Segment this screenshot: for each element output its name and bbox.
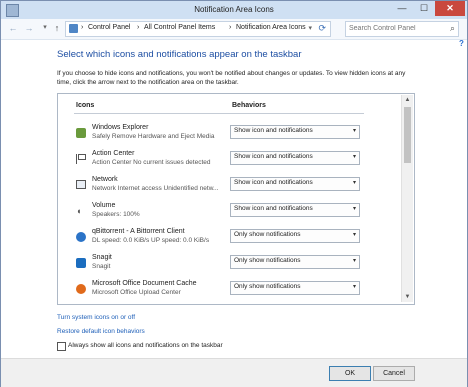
behavior-dropdown[interactable]: Show icon and notifications ▾ bbox=[230, 125, 360, 139]
notification-area-icons-window: Notification Area Icons — ☐ ✕ ← → ▾ ↑ › … bbox=[0, 0, 468, 387]
item-description: Action Center No current issues detected bbox=[92, 159, 211, 166]
behavior-value: Show icon and notifications bbox=[234, 153, 313, 160]
address-separator[interactable]: › bbox=[137, 24, 139, 31]
maximize-button[interactable]: ☐ bbox=[413, 1, 435, 16]
list-item: Network Network Internet access Unidenti… bbox=[58, 174, 388, 200]
column-header-behaviors: Behaviors bbox=[232, 102, 266, 109]
behavior-value: Only show notifications bbox=[234, 283, 301, 290]
back-button[interactable]: ← bbox=[7, 22, 19, 34]
up-button[interactable]: ↑ bbox=[51, 22, 63, 34]
breadcrumb-notification-area-icons[interactable]: Notification Area Icons bbox=[236, 24, 306, 31]
address-separator[interactable]: › bbox=[81, 24, 83, 31]
dialog-footer: OK Cancel bbox=[1, 358, 467, 387]
item-description: Speakers: 100% bbox=[92, 211, 140, 218]
item-description: Safely Remove Hardware and Eject Media bbox=[92, 133, 215, 140]
list-item: Action Center Action Center No current i… bbox=[58, 148, 388, 174]
intro-text: If you choose to hide icons and notifica… bbox=[57, 70, 406, 86]
search-box[interactable]: ⌕ bbox=[345, 21, 459, 37]
qbittorrent-icon bbox=[76, 232, 86, 242]
behavior-value: Only show notifications bbox=[234, 231, 301, 238]
chevron-down-icon: ▾ bbox=[352, 206, 356, 212]
item-description: DL speed: 0.0 KiB/s UP speed: 0.0 KiB/s bbox=[92, 237, 210, 244]
icon-behaviors-list[interactable]: Icons Behaviors Windows Explorer Safely … bbox=[57, 93, 415, 305]
header-divider bbox=[74, 113, 364, 114]
item-name: Action Center bbox=[92, 150, 135, 157]
control-panel-icon bbox=[69, 24, 78, 33]
item-name: Network bbox=[92, 176, 118, 183]
always-show-checkbox[interactable] bbox=[57, 342, 66, 351]
minimize-button[interactable]: — bbox=[391, 1, 413, 16]
ok-button[interactable]: OK bbox=[329, 366, 371, 381]
chevron-down-icon: ▾ bbox=[352, 284, 356, 290]
flag-icon bbox=[76, 154, 87, 164]
drive-icon bbox=[76, 128, 86, 138]
scroll-down-icon[interactable]: ▼ bbox=[402, 292, 413, 302]
behavior-value: Show icon and notifications bbox=[234, 179, 313, 186]
item-description: Snagit bbox=[92, 263, 111, 270]
cancel-button[interactable]: Cancel bbox=[373, 366, 415, 381]
behavior-dropdown[interactable]: Only show notifications ▾ bbox=[230, 281, 360, 295]
chevron-down-icon: ▾ bbox=[352, 128, 356, 134]
item-name: Windows Explorer bbox=[92, 124, 149, 131]
navigation-bar: ← → ▾ ↑ › Control Panel › All Control Pa… bbox=[1, 19, 467, 40]
close-button[interactable]: ✕ bbox=[435, 1, 465, 16]
breadcrumb-control-panel[interactable]: Control Panel bbox=[88, 24, 130, 31]
always-show-checkbox-label[interactable]: Always show all icons and notifications … bbox=[68, 342, 223, 349]
item-name: Microsoft Office Document Cache bbox=[92, 280, 197, 287]
item-name: Volume bbox=[92, 202, 116, 209]
snagit-icon bbox=[76, 258, 86, 268]
behavior-dropdown[interactable]: Show icon and notifications ▾ bbox=[230, 203, 360, 217]
behavior-dropdown[interactable]: Show icon and notifications ▾ bbox=[230, 151, 360, 165]
vertical-scrollbar[interactable]: ▲ ▼ bbox=[401, 95, 413, 302]
title-bar[interactable]: Notification Area Icons — ☐ ✕ bbox=[1, 1, 467, 19]
chevron-down-icon: ▾ bbox=[352, 232, 356, 238]
search-input[interactable] bbox=[349, 23, 441, 34]
chevron-down-icon: ▾ bbox=[352, 180, 356, 186]
list-item: Microsoft Office Document Cache Microsof… bbox=[58, 278, 388, 304]
restore-defaults-link[interactable]: Restore default icon behaviors bbox=[57, 328, 145, 335]
behavior-dropdown[interactable]: Only show notifications ▾ bbox=[230, 255, 360, 269]
address-bar[interactable]: › Control Panel › All Control Panel Item… bbox=[65, 21, 331, 37]
behavior-value: Show icon and notifications bbox=[234, 205, 313, 212]
behavior-value: Only show notifications bbox=[234, 257, 301, 264]
behavior-dropdown[interactable]: Show icon and notifications ▾ bbox=[230, 177, 360, 191]
breadcrumb-all-items[interactable]: All Control Panel Items bbox=[144, 24, 215, 31]
list-item: Windows Explorer Safely Remove Hardware … bbox=[58, 122, 388, 148]
turn-system-icons-link[interactable]: Turn system icons on or off bbox=[57, 314, 135, 321]
refresh-icon[interactable]: ⟳ bbox=[318, 23, 326, 34]
network-icon bbox=[76, 180, 86, 189]
recent-locations-button[interactable]: ▾ bbox=[39, 22, 51, 34]
list-item: ◖ Volume Speakers: 100% Show icon and no… bbox=[58, 200, 388, 226]
item-name: Snagit bbox=[92, 254, 112, 261]
scroll-up-icon[interactable]: ▲ bbox=[402, 95, 413, 105]
column-header-icons: Icons bbox=[76, 102, 95, 109]
list-item: qBittorrent - A Bittorrent Client DL spe… bbox=[58, 226, 388, 252]
behavior-value: Show icon and notifications bbox=[234, 127, 313, 134]
item-name: qBittorrent - A Bittorrent Client bbox=[92, 228, 185, 235]
item-description: Microsoft Office Upload Center bbox=[92, 289, 181, 296]
help-icon[interactable]: ? bbox=[459, 39, 467, 49]
volume-icon: ◖ bbox=[76, 206, 82, 216]
behavior-dropdown[interactable]: Only show notifications ▾ bbox=[230, 229, 360, 243]
address-separator[interactable]: › bbox=[229, 24, 231, 31]
item-description: Network Internet access Unidentified net… bbox=[92, 185, 219, 192]
address-history-dropdown-icon[interactable]: ▾ bbox=[308, 24, 312, 32]
office-upload-icon bbox=[76, 284, 86, 294]
list-item: Snagit Snagit Only show notifications ▾ bbox=[58, 252, 388, 278]
search-icon[interactable]: ⌕ bbox=[450, 23, 455, 34]
page-heading: Select which icons and notifications app… bbox=[57, 49, 302, 60]
chevron-down-icon: ▾ bbox=[352, 258, 356, 264]
forward-button[interactable]: → bbox=[23, 22, 35, 34]
chevron-down-icon: ▾ bbox=[352, 154, 356, 160]
scrollbar-thumb[interactable] bbox=[404, 107, 411, 163]
